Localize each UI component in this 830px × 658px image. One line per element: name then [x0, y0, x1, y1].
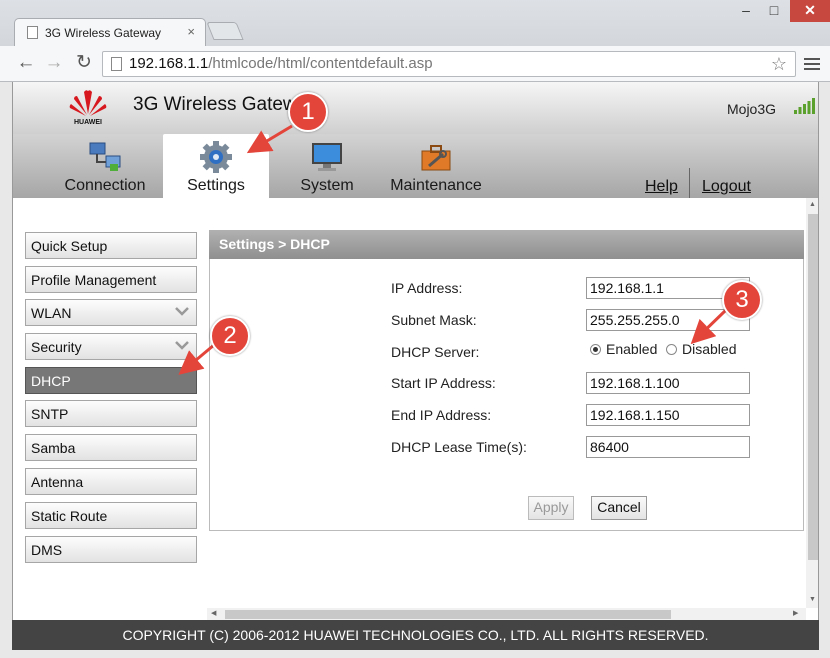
browser-tab[interactable]: 3G Wireless Gateway ×	[14, 18, 206, 46]
sidebar: Quick Setup Profile Management WLAN Secu…	[13, 198, 207, 620]
close-window-button[interactable]: ✕	[790, 0, 830, 22]
page-icon	[111, 57, 122, 71]
sidebar-item-quick-setup[interactable]: Quick Setup	[25, 232, 197, 259]
annotation-badge-3: 3	[722, 280, 762, 320]
page-icon	[27, 26, 38, 39]
nav-maintenance[interactable]: Maintenance	[383, 134, 489, 198]
dhcp-server-label: DHCP Server:	[391, 344, 480, 360]
browser-titlebar: 3G Wireless Gateway × – □ ✕	[0, 0, 830, 46]
sidebar-item-label: DMS	[31, 542, 63, 558]
scroll-down-icon[interactable]: ▼	[809, 596, 816, 603]
sidebar-item-wlan[interactable]: WLAN	[25, 299, 197, 326]
user-name: Mojo3G	[727, 101, 777, 117]
maximize-button[interactable]: □	[762, 0, 786, 22]
signal-strength-icon	[794, 98, 815, 114]
nav-label: Connection	[64, 177, 146, 194]
sidebar-item-label: Security	[31, 339, 82, 355]
vertical-scroll-thumb[interactable]	[808, 214, 818, 560]
dhcp-enabled-label: Enabled	[606, 341, 658, 357]
sidebar-item-label: WLAN	[31, 305, 72, 321]
url-host: 192.168.1.1	[129, 55, 209, 72]
scroll-right-icon[interactable]: ▶	[793, 609, 798, 617]
huawei-logo: HUAWEI	[69, 90, 107, 126]
network-computers-icon	[89, 142, 121, 171]
browser-toolbar: ← → ↻ 192.168.1.1/htmlcode/html/contentd…	[0, 46, 830, 82]
dhcp-disabled-label: Disabled	[682, 341, 737, 357]
annotation-badge-1: 1	[288, 92, 328, 132]
nav-label: Settings	[187, 177, 245, 194]
bookmark-star-icon[interactable]: ☆	[771, 52, 787, 76]
vertical-scrollbar[interactable]: ▲ ▼	[806, 198, 818, 608]
sidebar-item-samba[interactable]: Samba	[25, 434, 197, 461]
sidebar-item-label: DHCP	[31, 373, 71, 389]
nav-divider	[689, 168, 690, 198]
gear-icon	[200, 141, 232, 173]
horizontal-scroll-thumb[interactable]	[225, 610, 671, 619]
chevron-down-icon	[175, 307, 189, 316]
router-page: HUAWEI 3G Wireless Gateway Mojo3G Connec…	[12, 82, 819, 620]
page-header: HUAWEI 3G Wireless Gateway Mojo3G	[13, 82, 818, 134]
dhcp-enabled-radio[interactable]	[590, 344, 601, 355]
apply-button[interactable]: Apply	[528, 496, 574, 520]
toolbox-icon	[421, 145, 451, 171]
annotation-badge-2: 2	[210, 316, 250, 356]
sidebar-item-label: Profile Management	[31, 272, 157, 288]
nav-label: System	[300, 177, 354, 194]
start-ip-input[interactable]	[586, 372, 750, 394]
sidebar-item-label: Static Route	[31, 508, 108, 524]
sidebar-item-label: SNTP	[31, 406, 69, 422]
sidebar-item-label: Quick Setup	[31, 238, 108, 254]
nav-settings[interactable]: Settings	[163, 134, 269, 200]
tab-title: 3G Wireless Gateway	[45, 26, 162, 40]
sidebar-item-static-route[interactable]: Static Route	[25, 502, 197, 529]
url-path: /htmlcode/html/contentdefault.asp	[208, 55, 433, 72]
forward-button[interactable]: →	[42, 52, 66, 76]
chevron-down-icon	[175, 341, 189, 350]
start-ip-label: Start IP Address:	[391, 375, 496, 391]
nav-system[interactable]: System	[275, 134, 379, 198]
lease-time-input[interactable]	[586, 436, 750, 458]
section-title: Settings > DHCP	[209, 230, 804, 259]
footer-copyright: COPYRIGHT (C) 2006-2012 HUAWEI TECHNOLOG…	[12, 620, 819, 650]
help-link[interactable]: Help	[645, 178, 678, 196]
minimize-button[interactable]: –	[734, 0, 758, 22]
url-text: 192.168.1.1/htmlcode/html/contentdefault…	[129, 52, 433, 76]
nav-label: Maintenance	[390, 177, 482, 194]
address-bar[interactable]: 192.168.1.1/htmlcode/html/contentdefault…	[102, 51, 796, 77]
main-nav: Connection Settings System Maintenance	[13, 134, 818, 200]
subnet-mask-label: Subnet Mask:	[391, 312, 477, 328]
cancel-button[interactable]: Cancel	[591, 496, 647, 520]
sidebar-item-label: Antenna	[31, 474, 84, 490]
logout-link[interactable]: Logout	[702, 178, 751, 196]
lease-time-label: DHCP Lease Time(s):	[391, 439, 527, 455]
huawei-logo-text: HUAWEI	[74, 119, 102, 126]
monitor-icon	[312, 143, 342, 171]
sidebar-item-antenna[interactable]: Antenna	[25, 468, 197, 495]
ip-address-label: IP Address:	[391, 280, 463, 296]
new-tab-button[interactable]	[206, 22, 244, 40]
nav-connection[interactable]: Connection	[53, 134, 157, 198]
browser-menu-icon[interactable]	[804, 55, 820, 73]
scroll-left-icon[interactable]: ◀	[211, 609, 216, 617]
back-button[interactable]: ←	[14, 52, 38, 76]
sidebar-item-sntp[interactable]: SNTP	[25, 400, 197, 427]
sidebar-item-profile-management[interactable]: Profile Management	[25, 266, 197, 293]
end-ip-input[interactable]	[586, 404, 750, 426]
sidebar-item-label: Samba	[31, 440, 76, 456]
dhcp-disabled-radio[interactable]	[666, 344, 677, 355]
sidebar-item-dms[interactable]: DMS	[25, 536, 197, 563]
tab-close-icon[interactable]: ×	[187, 24, 195, 39]
sidebar-item-security[interactable]: Security	[25, 333, 197, 360]
sidebar-item-dhcp[interactable]: DHCP	[25, 367, 197, 394]
scroll-up-icon[interactable]: ▲	[809, 201, 816, 208]
reload-button[interactable]: ↻	[72, 52, 96, 76]
horizontal-scrollbar[interactable]: ◀ ▶	[207, 608, 806, 620]
main-content: Settings > DHCP	[207, 198, 806, 608]
end-ip-label: End IP Address:	[391, 407, 492, 423]
